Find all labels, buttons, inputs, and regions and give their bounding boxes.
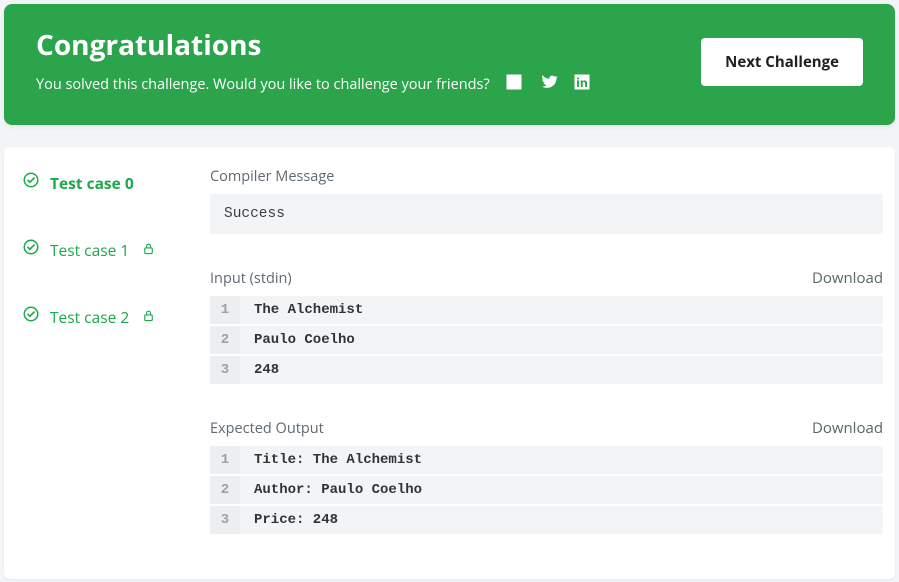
facebook-icon[interactable] bbox=[504, 72, 524, 97]
testcase-label: Test case 0 bbox=[50, 172, 134, 194]
line-content: The Alchemist bbox=[240, 296, 377, 324]
check-icon bbox=[22, 305, 40, 328]
check-icon bbox=[22, 171, 40, 194]
code-line: 1Title: The Alchemist bbox=[210, 446, 883, 476]
compiler-message: Success bbox=[210, 194, 883, 234]
banner-subtitle: You solved this challenge. Would you lik… bbox=[36, 75, 490, 94]
code-line: 2Paulo Coelho bbox=[210, 326, 883, 356]
line-number: 1 bbox=[210, 446, 240, 474]
line-number: 2 bbox=[210, 476, 240, 504]
input-label: Input (stdin) bbox=[210, 269, 292, 288]
testcase-item-0[interactable]: Test case 0 bbox=[22, 167, 196, 198]
expected-block: 1Title: The Alchemist2Author: Paulo Coel… bbox=[210, 446, 883, 534]
download-expected-link[interactable]: Download bbox=[812, 418, 883, 438]
testcase-sidebar: Test case 0 Test case 1 Test case 2 bbox=[4, 147, 204, 579]
testcase-item-2[interactable]: Test case 2 bbox=[22, 301, 196, 332]
line-number: 2 bbox=[210, 326, 240, 354]
line-content: Paulo Coelho bbox=[240, 326, 369, 354]
line-content: Author: Paulo Coelho bbox=[240, 476, 436, 504]
testcase-label: Test case 1 bbox=[50, 239, 129, 261]
expected-label: Expected Output bbox=[210, 419, 324, 438]
input-block: 1The Alchemist2Paulo Coelho3248 bbox=[210, 296, 883, 384]
twitter-icon[interactable] bbox=[538, 72, 558, 97]
lock-icon bbox=[139, 239, 156, 261]
congrats-banner: Congratulations You solved this challeng… bbox=[4, 4, 895, 125]
line-number: 3 bbox=[210, 506, 240, 534]
code-line: 3Price: 248 bbox=[210, 506, 883, 534]
next-challenge-button[interactable]: Next Challenge bbox=[701, 38, 863, 86]
line-content: Price: 248 bbox=[240, 506, 352, 534]
compiler-label: Compiler Message bbox=[210, 167, 334, 186]
code-line: 2Author: Paulo Coelho bbox=[210, 476, 883, 506]
banner-title: Congratulations bbox=[36, 26, 701, 64]
download-input-link[interactable]: Download bbox=[812, 268, 883, 288]
line-content: Title: The Alchemist bbox=[240, 446, 436, 474]
lock-icon bbox=[139, 306, 156, 328]
line-number: 3 bbox=[210, 356, 240, 384]
results-panel: Test case 0 Test case 1 Test case 2 Compil… bbox=[4, 147, 895, 579]
line-content: 248 bbox=[240, 356, 293, 384]
check-icon bbox=[22, 238, 40, 261]
results-content[interactable]: Compiler Message Success Input (stdin) D… bbox=[204, 147, 895, 579]
line-number: 1 bbox=[210, 296, 240, 324]
testcase-item-1[interactable]: Test case 1 bbox=[22, 234, 196, 265]
code-line: 1The Alchemist bbox=[210, 296, 883, 326]
linkedin-icon[interactable] bbox=[572, 72, 592, 97]
testcase-label: Test case 2 bbox=[50, 306, 129, 328]
code-line: 3248 bbox=[210, 356, 883, 384]
